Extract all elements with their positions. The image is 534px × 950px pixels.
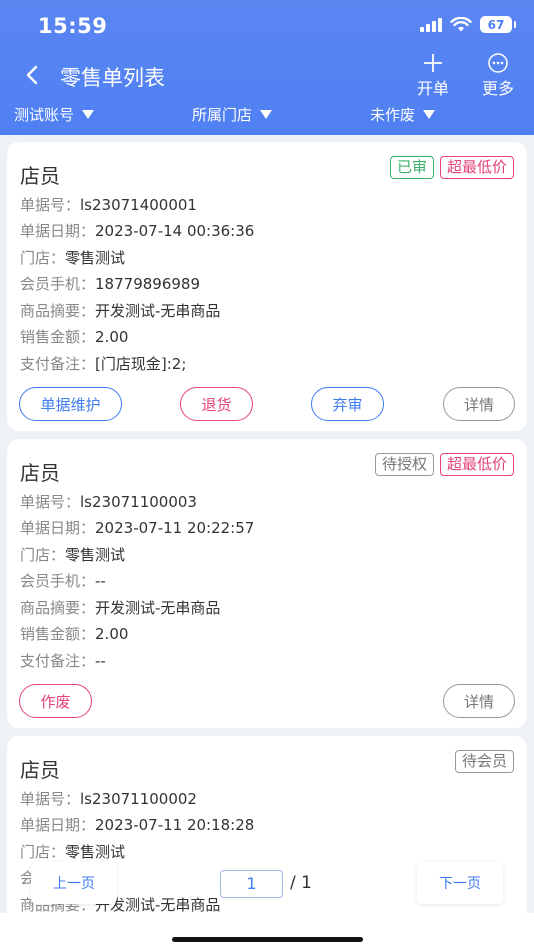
order-card[interactable]: 店员 待授权 超最低价 单据号：ls23071100003 单据日期：2023-… (7, 439, 527, 728)
field-amount: 销售金额：2.00 (20, 328, 129, 346)
void-button[interactable]: 作废 (19, 684, 92, 718)
app-header: 15:59 67 零售单列表 开单 更多 测试账号 所属门店 未作废 (0, 0, 534, 135)
tag-group: 待授权 超最低价 (374, 453, 514, 476)
new-order-label: 开单 (416, 79, 449, 98)
filter-account[interactable]: 测试账号 (14, 104, 95, 125)
status-bar: 15:59 67 (0, 0, 534, 52)
status-badge: 待会员 (454, 750, 514, 773)
battery-icon: 67 (480, 16, 516, 33)
filter-store[interactable]: 所属门店 (192, 104, 273, 125)
field-summary: 商品摘要：开发测试-无串商品 (20, 302, 221, 320)
signal-icon (420, 17, 442, 32)
card-title: 店员 (20, 758, 60, 782)
new-order-button[interactable]: 开单 (405, 52, 461, 99)
page-total: / 1 (290, 873, 312, 893)
field-store: 门店：零售测试 (20, 249, 126, 267)
filter-account-label: 测试账号 (14, 106, 75, 124)
more-button[interactable]: 更多 (470, 52, 526, 99)
maintain-button[interactable]: 单据维护 (19, 387, 122, 421)
order-card[interactable]: 店员 已审 超最低价 单据号：ls23071400001 单据日期：2023-0… (7, 142, 527, 431)
field-doc-no: 单据号：ls23071400001 (20, 196, 197, 214)
dropdown-arrow-icon (423, 110, 436, 119)
field-amount: 销售金额：2.00 (20, 625, 129, 643)
field-doc-date: 单据日期：2023-07-11 20:18:28 (20, 816, 255, 834)
field-summary: 商品摘要：开发测试-无串商品 (20, 599, 221, 617)
dropdown-arrow-icon (82, 110, 95, 119)
card-title: 店员 (20, 164, 60, 188)
plus-icon (424, 54, 442, 72)
filter-status-label: 未作废 (370, 106, 416, 124)
home-indicator (172, 937, 363, 942)
details-button[interactable]: 详情 (443, 684, 515, 718)
card-title: 店员 (20, 461, 60, 485)
home-bar-area (0, 913, 534, 950)
field-doc-date: 单据日期：2023-07-11 20:22:57 (20, 519, 255, 537)
back-icon[interactable] (18, 60, 48, 90)
field-store: 门店：零售测试 (20, 546, 126, 564)
details-button[interactable]: 详情 (443, 387, 515, 421)
tag-group: 待会员 (454, 750, 514, 773)
status-time: 15:59 (38, 14, 108, 38)
filter-store-label: 所属门店 (192, 106, 253, 124)
filter-bar: 测试账号 所属门店 未作废 (0, 104, 534, 130)
battery-level: 67 (487, 17, 505, 32)
status-icons: 67 (420, 16, 516, 33)
navbar: 零售单列表 开单 更多 (0, 52, 534, 98)
field-payment: 支付备注：[门店现金]:2; (20, 355, 187, 373)
field-member-phone: 会员手机：18779896989 (20, 275, 200, 293)
field-doc-no: 单据号：ls23071100002 (20, 790, 197, 808)
status-badge: 超最低价 (439, 156, 514, 179)
field-store: 门店：零售测试 (20, 843, 126, 861)
more-label: 更多 (481, 79, 514, 98)
field-doc-date: 单据日期：2023-07-14 00:36:36 (20, 222, 255, 240)
field-member-phone: 会员手机：-- (20, 572, 106, 590)
dropdown-arrow-icon (260, 110, 273, 119)
prev-page-button[interactable]: 上一页 (31, 862, 117, 904)
wifi-icon (450, 16, 472, 31)
return-button[interactable]: 退货 (180, 387, 253, 421)
page-title: 零售单列表 (60, 66, 165, 90)
filter-status[interactable]: 未作废 (370, 104, 436, 125)
tag-group: 已审 超最低价 (389, 156, 514, 179)
status-badge: 待授权 (374, 453, 434, 476)
field-payment: 支付备注：-- (20, 652, 106, 670)
more-icon (488, 53, 508, 73)
status-badge: 超最低价 (439, 453, 514, 476)
page-number-input[interactable]: 1 (220, 870, 283, 898)
unapprove-button[interactable]: 弃审 (311, 387, 384, 421)
next-page-button[interactable]: 下一页 (417, 862, 503, 904)
field-doc-no: 单据号：ls23071100003 (20, 493, 197, 511)
status-badge: 已审 (389, 156, 434, 179)
